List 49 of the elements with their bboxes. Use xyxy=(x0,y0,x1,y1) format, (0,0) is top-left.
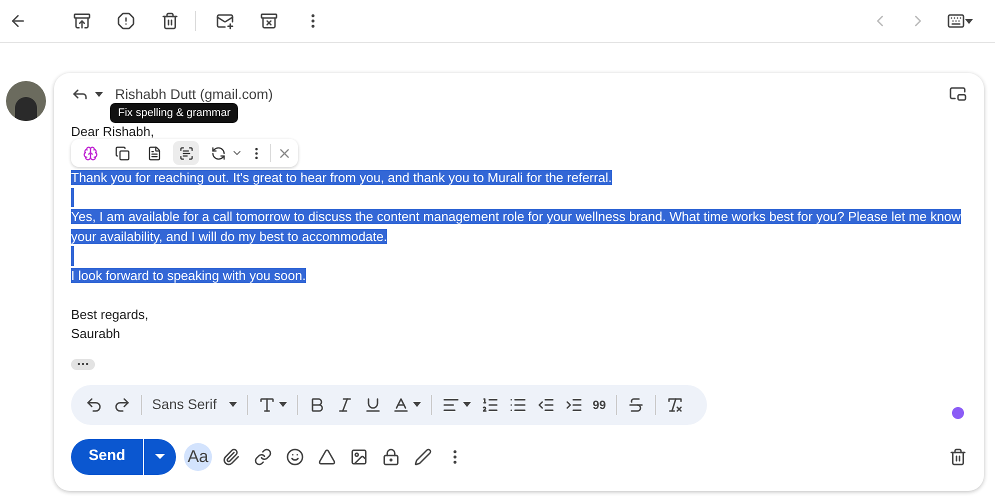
strikethrough-icon[interactable] xyxy=(626,396,645,414)
send-button[interactable]: Send xyxy=(71,438,143,474)
pen-icon[interactable] xyxy=(414,448,432,466)
underline-icon[interactable] xyxy=(364,396,382,414)
caret-icon xyxy=(278,402,287,407)
copy-icon xyxy=(114,146,130,160)
show-trimmed-button[interactable] xyxy=(71,358,95,370)
emoji-icon[interactable] xyxy=(286,448,304,466)
undo-icon[interactable] xyxy=(85,396,103,414)
mail-icon[interactable] xyxy=(216,12,234,30)
quote-button[interactable]: 99 xyxy=(592,396,606,414)
paragraph: Thank you for reaching out. It's great to hear from you, and thank you to Murali for the referral. xyxy=(71,169,613,187)
greeting: Dear Rishabh, xyxy=(71,124,156,140)
redo-icon[interactable] xyxy=(113,396,131,414)
caret-icon xyxy=(95,92,103,96)
pop-out-icon[interactable] xyxy=(949,85,967,103)
link-icon[interactable] xyxy=(254,448,272,466)
signature-line: Saurabh xyxy=(71,325,122,343)
caret-icon xyxy=(228,402,237,407)
back-icon[interactable] xyxy=(9,12,27,30)
refresh-icon xyxy=(210,146,226,160)
alert-icon[interactable] xyxy=(117,12,135,30)
recipient: Rishabh Dutt (gmail.com) xyxy=(115,84,273,104)
text-scan-button[interactable] xyxy=(173,141,199,165)
text-size-icon[interactable] xyxy=(258,396,276,414)
signature-line: Best regards, xyxy=(71,306,150,324)
keyboard-icon[interactable] xyxy=(947,12,965,30)
image-icon[interactable] xyxy=(350,448,368,466)
discard-icon[interactable] xyxy=(949,448,967,466)
caret-icon xyxy=(965,18,973,24)
trash-icon[interactable] xyxy=(161,12,179,30)
paragraph: I look forward to speaking with you soon. xyxy=(71,266,307,285)
send-options-button[interactable] xyxy=(144,438,176,474)
tooltip: Fix spelling & grammar xyxy=(110,103,238,123)
attach-icon[interactable] xyxy=(222,448,240,466)
text-color-icon[interactable] xyxy=(392,396,410,414)
archive-icon[interactable] xyxy=(73,12,91,30)
paragraph: Yes, I am available for a call tomorrow to discuss the content management role for your wellness brand. What time works best for you? Please let me know your availability, and I will do my best to accommodate. xyxy=(71,208,962,246)
brain-icon xyxy=(82,146,98,160)
numbered-list-icon[interactable] xyxy=(480,396,499,414)
document-icon xyxy=(146,146,162,160)
avatar xyxy=(6,81,46,121)
font-dropdown[interactable]: Sans Serif xyxy=(152,394,237,415)
remove-formatting-icon[interactable] xyxy=(666,396,684,414)
caret-icon xyxy=(155,454,165,459)
formatting-toggle[interactable]: Aa xyxy=(184,442,212,470)
caret-icon xyxy=(462,402,471,407)
text-scan-icon xyxy=(178,146,194,160)
caret-icon xyxy=(412,402,421,407)
